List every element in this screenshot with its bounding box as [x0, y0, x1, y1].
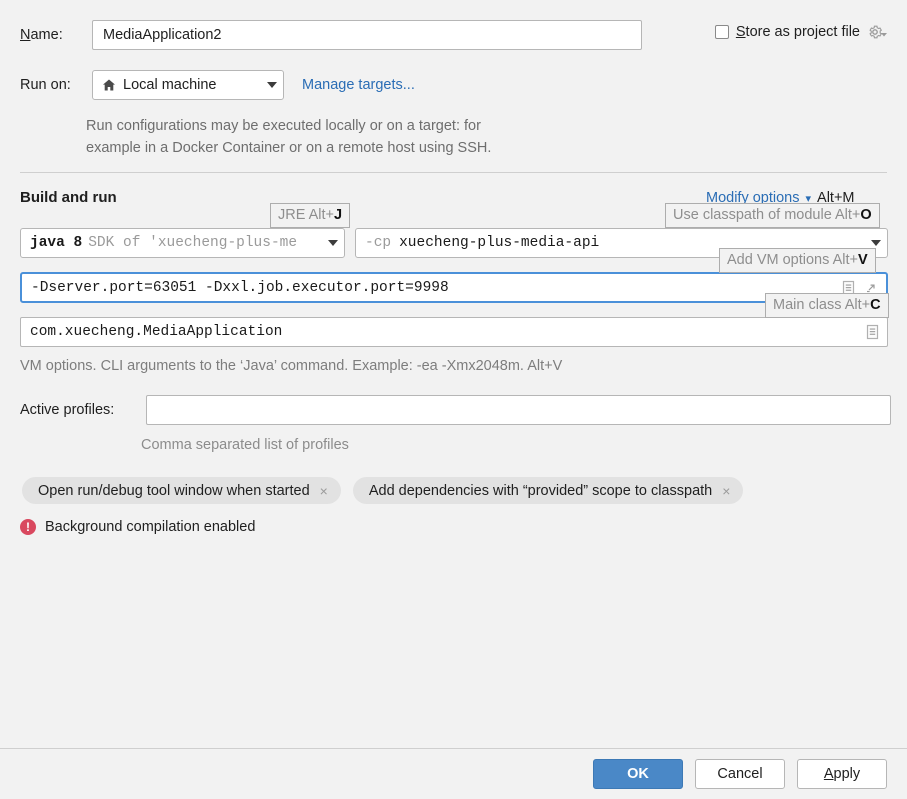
- gear-icon[interactable]: [867, 24, 887, 40]
- main-class-field[interactable]: com.xuecheng.MediaApplication: [20, 317, 888, 347]
- name-row: Name: Store as project file: [20, 20, 887, 50]
- classpath-value: -cp xuecheng-plus-media-api: [365, 235, 599, 251]
- chip-label: Add dependencies with “provided” scope t…: [368, 482, 713, 499]
- chevron-down-icon[interactable]: [871, 240, 881, 246]
- helper-line-2: example in a Docker Container or on a re…: [86, 140, 492, 156]
- classpath-flag: -cp: [365, 235, 392, 251]
- tooltip-main-class-text: Main class Alt+: [773, 297, 871, 313]
- tooltip-jre: JRE Alt+J: [270, 203, 351, 228]
- build-and-run-title: Build and run: [20, 189, 117, 206]
- classpath-module: xuecheng-plus-media-api: [399, 235, 600, 251]
- chevron-down-icon[interactable]: [328, 240, 338, 246]
- tooltip-classpath: Use classpath of module Alt+O: [665, 203, 880, 228]
- tooltip-vm-key: V: [857, 252, 868, 268]
- chip-add-provided-dependencies[interactable]: Add dependencies with “provided” scope t…: [352, 477, 744, 504]
- tooltip-jre-text: JRE Alt+: [278, 207, 335, 223]
- background-compilation-warning: ! Background compilation enabled: [20, 519, 255, 535]
- tooltip-main-class: Main class Alt+C: [765, 293, 889, 318]
- section-divider: [20, 172, 887, 173]
- close-icon[interactable]: ×: [320, 484, 328, 498]
- jre-sdk-description: SDK of 'xuecheng-plus-me: [88, 235, 298, 251]
- tooltip-vm-text: Add VM options Alt+: [727, 252, 858, 268]
- chip-label: Open run/debug tool window when started: [38, 482, 310, 499]
- home-icon: [102, 78, 116, 92]
- close-icon[interactable]: ×: [722, 484, 730, 498]
- store-as-project-file-checkbox[interactable]: [714, 25, 729, 39]
- main-class-value: com.xuecheng.MediaApplication: [30, 324, 283, 340]
- option-chips: Open run/debug tool window when started …: [22, 477, 744, 504]
- jre-value: java 8 SDK of 'xuecheng-plus-me: [30, 235, 297, 251]
- name-label: Name:: [20, 27, 63, 43]
- browse-class-icon[interactable]: [866, 324, 879, 340]
- active-profiles-label: Active profiles:: [20, 402, 115, 418]
- vm-options-field[interactable]: -Dserver.port=63051 -Dxxl.job.executor.p…: [20, 272, 888, 303]
- apply-button[interactable]: Apply: [797, 759, 887, 789]
- tooltip-classpath-text: Use classpath of module Alt+: [673, 207, 861, 223]
- run-on-row: Run on: Local machine Manage targets...: [20, 70, 887, 100]
- store-as-project-file-group[interactable]: Store as project file: [714, 24, 887, 40]
- vm-options-hint: VM options. CLI arguments to the ‘Java’ …: [20, 358, 563, 374]
- jre-dropdown[interactable]: java 8 SDK of 'xuecheng-plus-me: [20, 228, 345, 258]
- helper-line-1: Run configurations may be executed local…: [86, 118, 481, 134]
- manage-targets-link[interactable]: Manage targets...: [302, 77, 415, 93]
- chip-open-run-debug-tool-window[interactable]: Open run/debug tool window when started …: [22, 477, 341, 504]
- name-field[interactable]: [92, 20, 642, 50]
- tooltip-classpath-key: O: [860, 207, 872, 223]
- active-profiles-row: Active profiles:: [20, 395, 891, 425]
- active-profiles-input[interactable]: [155, 401, 882, 419]
- vm-options-value: -Dserver.port=63051 -Dxxl.job.executor.p…: [31, 279, 449, 296]
- tooltip-main-class-key: C: [870, 297, 881, 313]
- run-on-value: Local machine: [123, 77, 217, 93]
- active-profiles-hint: Comma separated list of profiles: [141, 437, 349, 453]
- dialog-button-bar: OK Cancel Apply: [0, 749, 907, 799]
- warning-icon: !: [20, 519, 36, 535]
- tooltip-jre-key: J: [334, 207, 343, 223]
- run-on-dropdown[interactable]: Local machine: [92, 70, 284, 100]
- store-as-project-file-label: Store as project file: [735, 24, 860, 40]
- name-input[interactable]: [101, 26, 633, 44]
- run-on-helper-text: Run configurations may be executed local…: [86, 115, 686, 159]
- active-profiles-field[interactable]: [146, 395, 891, 425]
- jre-version: java 8: [30, 235, 83, 251]
- ok-button[interactable]: OK: [593, 759, 683, 789]
- tooltip-vm-options: Add VM options Alt+V: [719, 248, 876, 273]
- run-on-label: Run on:: [20, 77, 71, 93]
- cancel-button[interactable]: Cancel: [695, 759, 785, 789]
- warning-text: Background compilation enabled: [45, 519, 256, 535]
- chevron-down-icon[interactable]: [267, 82, 277, 88]
